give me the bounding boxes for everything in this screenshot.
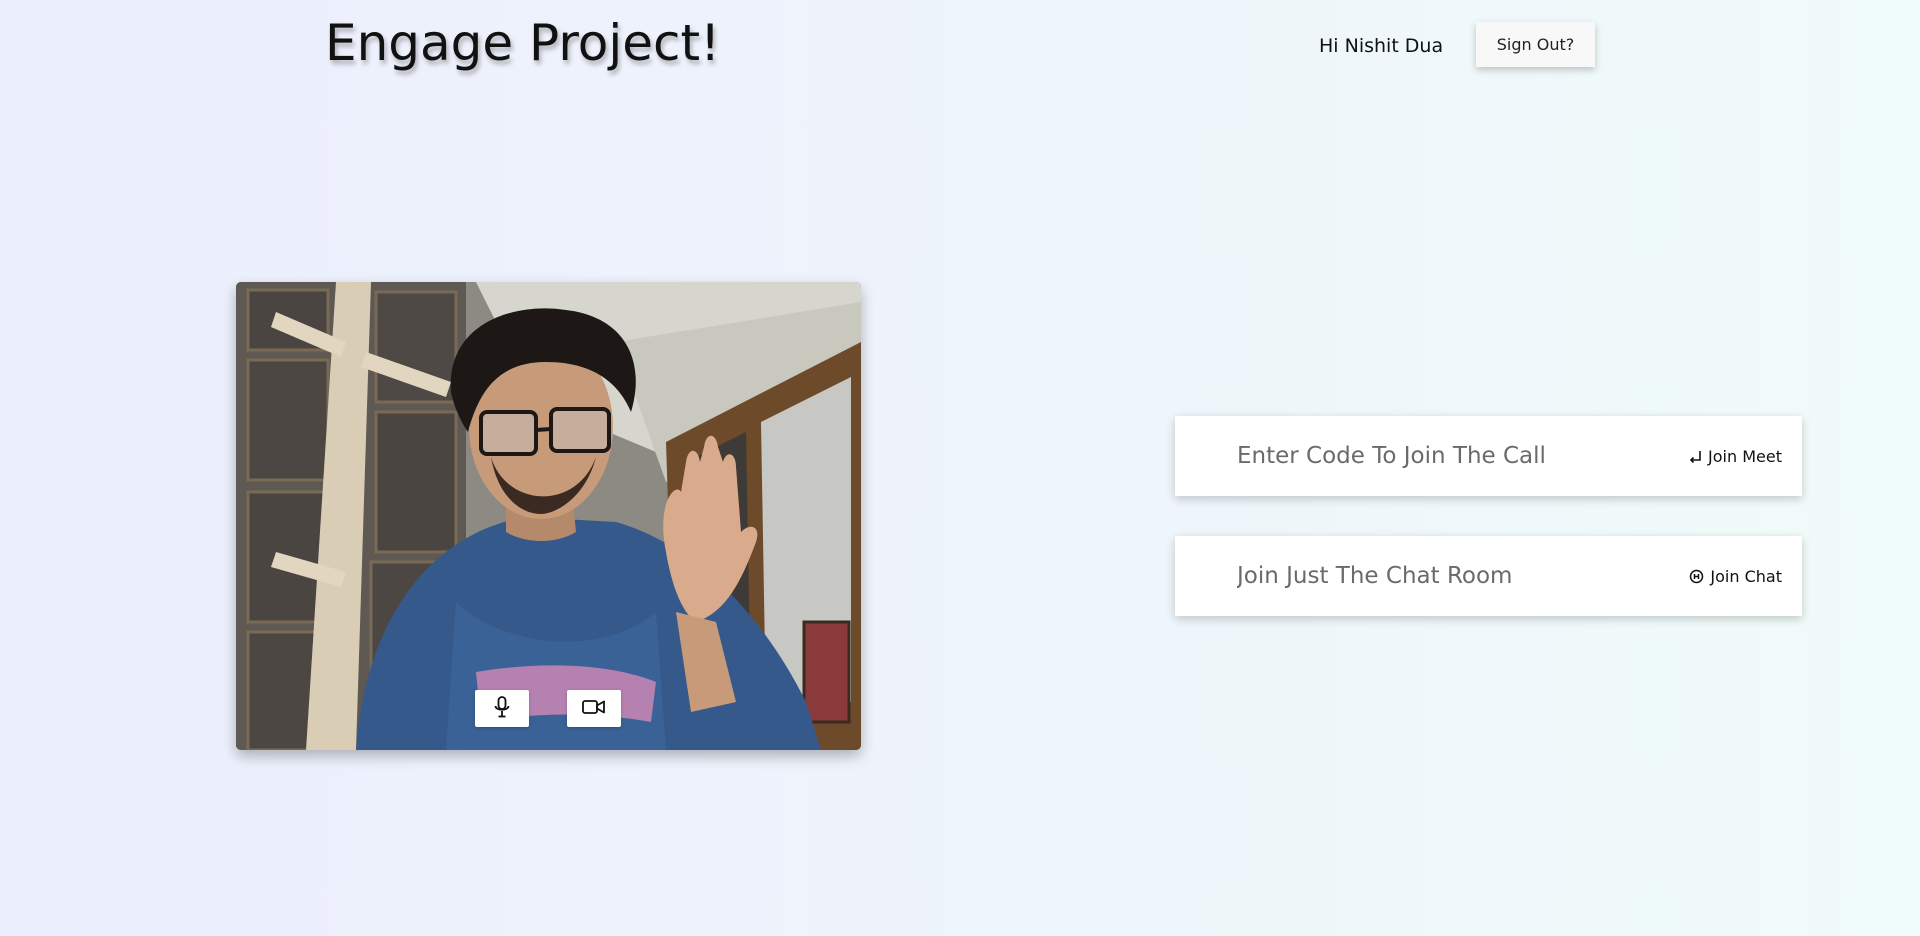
join-chat-button[interactable]: Join Chat bbox=[1689, 536, 1782, 616]
join-chat-label: Join Chat bbox=[1710, 566, 1782, 586]
meeting-code-input[interactable] bbox=[1235, 442, 1669, 470]
user-greeting: Hi Nishit Dua bbox=[1319, 35, 1444, 57]
join-call-card: Join Meet bbox=[1175, 416, 1802, 496]
page-title: Engage Project! bbox=[325, 14, 721, 72]
chat-icon bbox=[1689, 569, 1704, 584]
join-chat-card: Join Chat bbox=[1175, 536, 1802, 616]
join-meet-label: Join Meet bbox=[1708, 446, 1782, 466]
chat-room-input[interactable] bbox=[1235, 562, 1669, 590]
webcam-feed-image bbox=[236, 282, 861, 750]
mute-microphone-button[interactable] bbox=[475, 690, 529, 727]
toggle-camera-button[interactable] bbox=[567, 690, 621, 727]
join-meet-button[interactable]: Join Meet bbox=[1688, 416, 1782, 496]
video-camera-icon bbox=[582, 699, 606, 719]
sign-out-button[interactable]: Sign Out? bbox=[1476, 22, 1595, 67]
local-video-preview bbox=[236, 282, 861, 750]
enter-icon bbox=[1688, 449, 1702, 463]
microphone-icon bbox=[492, 695, 512, 722]
